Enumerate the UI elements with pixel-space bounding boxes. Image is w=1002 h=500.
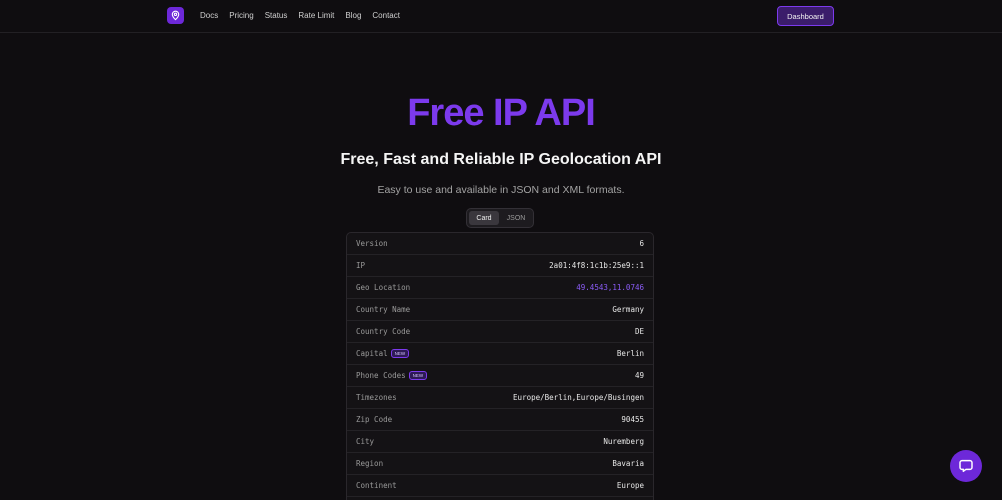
ip-info-card: Version 6 IP 2a01:4f8:1c1b:25e9::1 Geo L… <box>346 232 654 500</box>
help-chat-button[interactable] <box>950 450 982 482</box>
row-value: DE <box>634 327 644 336</box>
row-key: Capital NEW <box>356 349 410 358</box>
table-row: Geo Location 49.4543,11.0746 <box>347 277 653 299</box>
nav-link-docs[interactable]: Docs <box>200 11 218 20</box>
row-key-label: Country Code <box>356 327 411 336</box>
row-key-label: Phone Codes <box>356 371 406 380</box>
new-badge: NEW <box>408 371 428 380</box>
table-row: City Nuremberg <box>347 431 653 453</box>
row-key-label: Geo Location <box>356 283 411 292</box>
table-row: Country Name Germany <box>347 299 653 321</box>
table-row: Continent Europe <box>347 475 653 497</box>
row-value: 6 <box>639 239 644 248</box>
row-key: IP <box>356 261 365 270</box>
nav-link-rate-limit[interactable]: Rate Limit <box>298 11 334 20</box>
table-row: Timezones Europe/Berlin,Europe/Busingen <box>347 387 653 409</box>
new-badge: NEW <box>390 349 410 358</box>
nav-link-blog[interactable]: Blog <box>345 11 361 20</box>
page-title: Free IP API <box>407 92 596 134</box>
page-subtitle: Free, Fast and Reliable IP Geolocation A… <box>340 151 662 168</box>
row-key-label: Zip Code <box>356 415 393 424</box>
row-key: Country Name <box>356 305 410 314</box>
row-key: Continent <box>356 481 397 490</box>
row-key-label: Timezones <box>356 393 397 402</box>
table-row: IP 2a01:4f8:1c1b:25e9::1 <box>347 255 653 277</box>
row-value: 90455 <box>621 415 644 424</box>
row-key-label: City <box>356 437 375 446</box>
row-value: Nuremberg <box>603 437 644 446</box>
row-key-label: Capital <box>356 349 388 358</box>
table-row: Country Code DE <box>347 321 653 343</box>
row-value: Europe/Berlin,Europe/Busingen <box>513 393 644 402</box>
table-row: Phone Codes NEW 49 <box>347 365 653 387</box>
row-key: City <box>356 437 374 446</box>
nav-link-pricing[interactable]: Pricing <box>229 11 253 20</box>
table-row: Capital NEW Berlin <box>347 343 653 365</box>
row-key: Version <box>356 239 388 248</box>
row-key: Timezones <box>356 393 397 402</box>
row-value: Europe <box>616 481 644 490</box>
row-key-label: IP <box>356 261 366 270</box>
top-nav: Docs Pricing Status Rate Limit Blog Cont… <box>0 0 1002 33</box>
tab-json[interactable]: JSON <box>501 211 531 225</box>
dashboard-button[interactable]: Dashboard <box>777 6 834 26</box>
row-value: Bavaria <box>612 459 644 468</box>
row-key-label: Continent <box>356 481 397 490</box>
nav-link-status[interactable]: Status <box>265 11 288 20</box>
table-row: Region Bavaria <box>347 453 653 475</box>
row-value: Berlin <box>616 349 644 358</box>
table-row: Version 6 <box>347 233 653 255</box>
row-value: Germany <box>612 305 644 314</box>
view-toggle: Card JSON <box>466 208 534 228</box>
geo-location-link[interactable]: 49.4543,11.0746 <box>576 283 644 292</box>
nav-link-contact[interactable]: Contact <box>372 11 400 20</box>
row-key: Country Code <box>356 327 410 336</box>
row-value: 49 <box>634 371 644 380</box>
row-key-label: Region <box>356 459 384 468</box>
row-key-label: Version <box>356 239 388 248</box>
row-key: Phone Codes NEW <box>356 371 428 380</box>
nav-links: Docs Pricing Status Rate Limit Blog Cont… <box>200 11 400 20</box>
row-key: Zip Code <box>356 415 392 424</box>
logo[interactable] <box>167 7 184 24</box>
location-pin-icon <box>171 10 180 21</box>
row-value: 2a01:4f8:1c1b:25e9::1 <box>549 261 644 270</box>
table-row: Zip Code 90455 <box>347 409 653 431</box>
page-description: Easy to use and available in JSON and XM… <box>377 184 625 196</box>
row-key: Geo Location <box>356 283 410 292</box>
row-key-label: Country Name <box>356 305 411 314</box>
row-key: Region <box>356 459 383 468</box>
tab-card[interactable]: Card <box>469 211 499 225</box>
chat-bubble-icon <box>959 459 973 473</box>
